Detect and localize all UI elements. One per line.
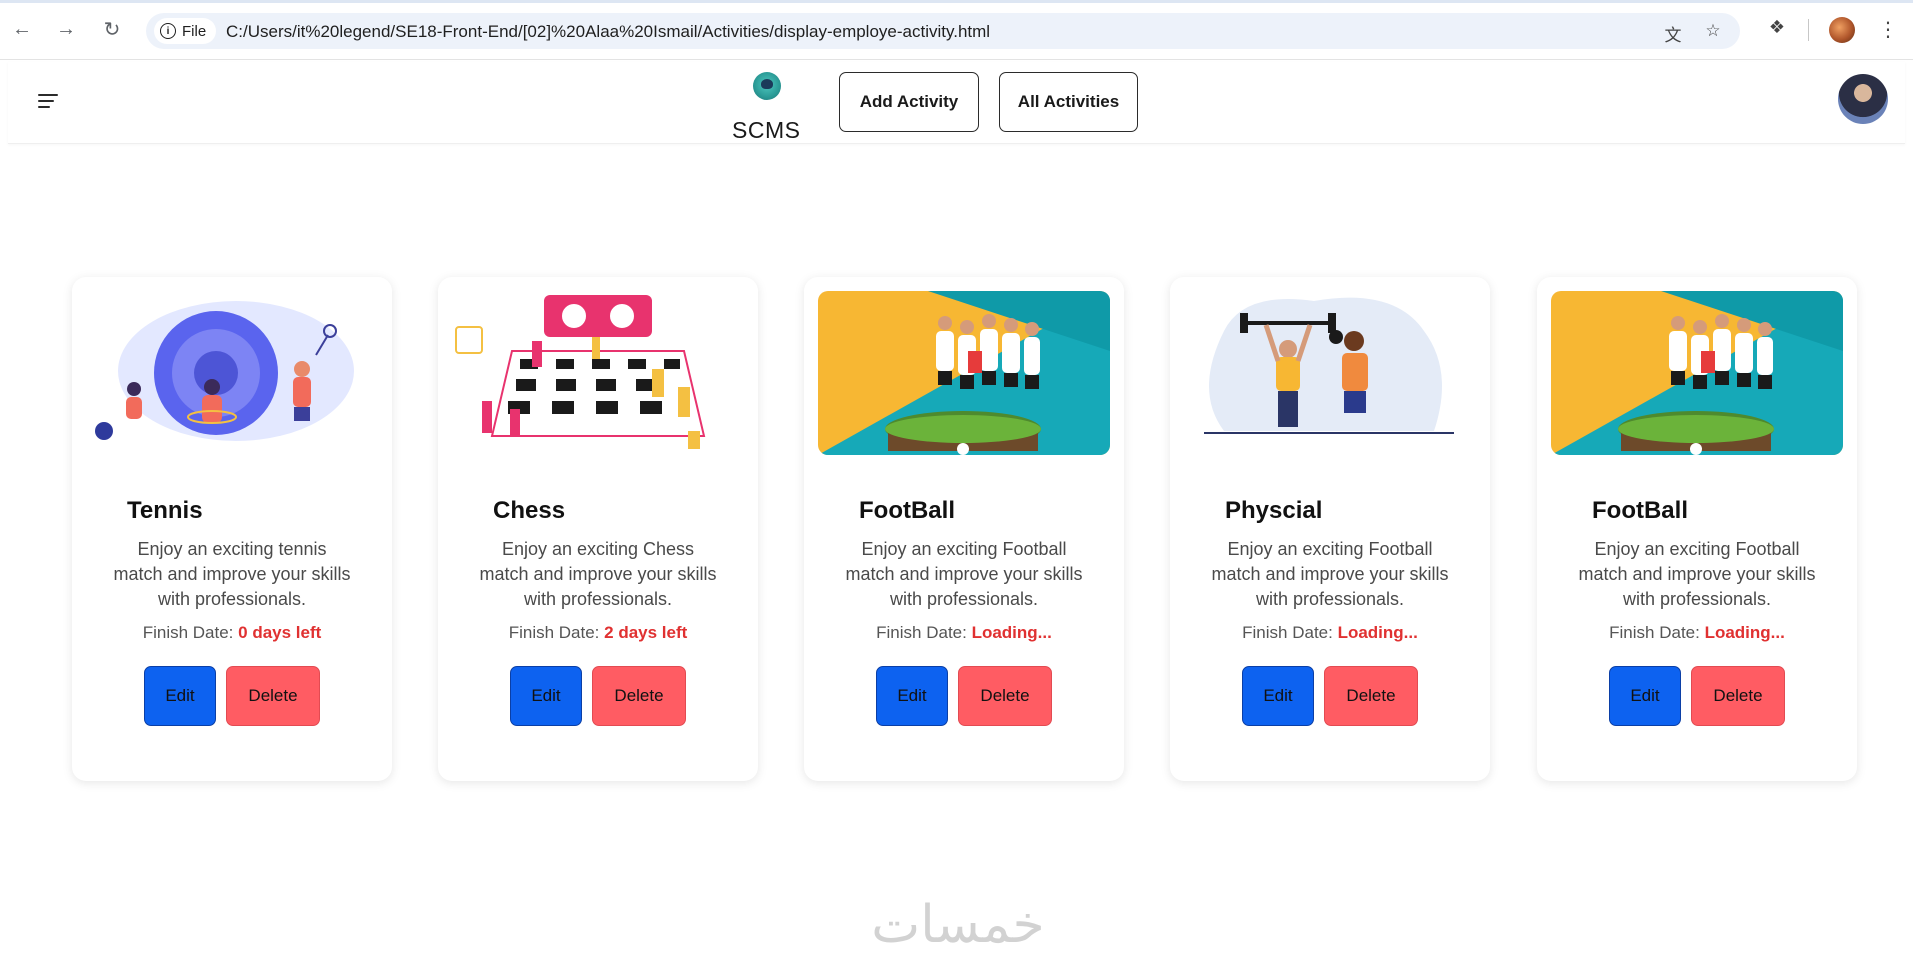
finish-date-label: Finish Date:: [508, 623, 600, 642]
football-team-photo: [818, 291, 1110, 455]
user-avatar[interactable]: [1838, 74, 1888, 124]
finish-date-value: Loading...: [1337, 623, 1418, 642]
browser-menu-icon[interactable]: ⋮: [1878, 17, 1898, 43]
browser-profile-avatar[interactable]: [1829, 17, 1855, 43]
fitness-illustration: [1184, 291, 1476, 455]
football-team-photo: [1551, 291, 1843, 455]
reload-icon[interactable]: ↻: [100, 17, 124, 41]
delete-button[interactable]: Delete: [958, 666, 1052, 726]
info-icon: i: [160, 23, 176, 39]
delete-button[interactable]: Delete: [592, 666, 686, 726]
activity-description: Enjoy an exciting Chess match and improv…: [479, 539, 717, 609]
activity-title: Tennis: [127, 497, 203, 524]
activity-title: FootBall: [1592, 497, 1688, 524]
delete-button[interactable]: Delete: [1691, 666, 1785, 726]
activity-title: FootBall: [859, 497, 955, 524]
brand-name[interactable]: SCMS: [732, 117, 800, 144]
edit-button[interactable]: Edit: [144, 666, 216, 726]
edit-button[interactable]: Edit: [876, 666, 948, 726]
browser-toolbar: ← → ↻ i File C:/Users/it%20legend/SE18-F…: [0, 0, 1913, 60]
activity-title: Chess: [493, 497, 566, 524]
edit-button[interactable]: Edit: [510, 666, 582, 726]
chess-illustration: [452, 291, 744, 455]
finish-date-value: Loading...: [971, 623, 1052, 642]
activity-card: FootBall Enjoy an exciting Football matc…: [1537, 277, 1857, 781]
add-activity-button[interactable]: Add Activity: [839, 72, 979, 132]
finish-date-label: Finish Date:: [1242, 623, 1333, 642]
watermark-logo: خمسات: [871, 895, 1045, 955]
finish-date-value: Loading...: [1704, 623, 1785, 642]
tab-strip-edge: [0, 0, 1913, 3]
activity-description: Enjoy an exciting tennis match and impro…: [113, 539, 351, 609]
toolbar-separator: [1808, 19, 1809, 41]
site-info-chip[interactable]: i File: [154, 18, 217, 44]
finish-date: Finish Date: 0 days left: [72, 623, 392, 643]
finish-date: Finish Date: Loading...: [1537, 623, 1857, 643]
hamburger-menu-icon[interactable]: [38, 94, 58, 110]
finish-date-label: Finish Date:: [1609, 623, 1700, 642]
extensions-puzzle-icon[interactable]: ❖: [1764, 17, 1790, 43]
finish-date: Finish Date: Loading...: [1170, 623, 1490, 643]
all-activities-button[interactable]: All Activities: [999, 72, 1138, 132]
finish-date-value: 0 days left: [238, 623, 322, 642]
activity-description: Enjoy an exciting Football match and imp…: [1578, 539, 1816, 609]
activity-description: Enjoy an exciting Football match and imp…: [845, 539, 1083, 609]
delete-button[interactable]: Delete: [226, 666, 320, 726]
finish-date-label: Finish Date:: [876, 623, 967, 642]
finish-date-label: Finish Date:: [142, 623, 234, 642]
delete-button[interactable]: Delete: [1324, 666, 1418, 726]
translate-icon[interactable]: 文: [1662, 21, 1684, 45]
url-text[interactable]: C:/Users/it%20legend/SE18-Front-End/[02]…: [226, 22, 990, 42]
activity-title: Physcial: [1225, 497, 1323, 524]
activity-description: Enjoy an exciting Football match and imp…: [1211, 539, 1449, 609]
edit-button[interactable]: Edit: [1242, 666, 1314, 726]
activity-card: FootBall Enjoy an exciting Football matc…: [804, 277, 1124, 781]
bookmark-star-icon[interactable]: ☆: [1702, 21, 1724, 43]
finish-date: Finish Date: Loading...: [804, 623, 1124, 643]
activity-card: Physcial Enjoy an exciting Football matc…: [1170, 277, 1490, 781]
tennis-illustration: [86, 291, 378, 455]
finish-date: Finish Date: 2 days left: [438, 623, 758, 643]
file-label: File: [182, 22, 207, 40]
back-arrow-icon[interactable]: ←: [10, 17, 34, 41]
app-navbar: SCMS Add Activity All Activities: [8, 62, 1905, 144]
edit-button[interactable]: Edit: [1609, 666, 1681, 726]
activity-card: Tennis Enjoy an exciting tennis match an…: [72, 277, 392, 781]
finish-date-value: 2 days left: [604, 623, 688, 642]
forward-arrow-icon[interactable]: →: [54, 17, 78, 41]
address-bar[interactable]: i File C:/Users/it%20legend/SE18-Front-E…: [146, 13, 1740, 49]
activity-card: Chess Enjoy an exciting Chess match and …: [438, 277, 758, 781]
logo-icon[interactable]: [753, 72, 781, 100]
